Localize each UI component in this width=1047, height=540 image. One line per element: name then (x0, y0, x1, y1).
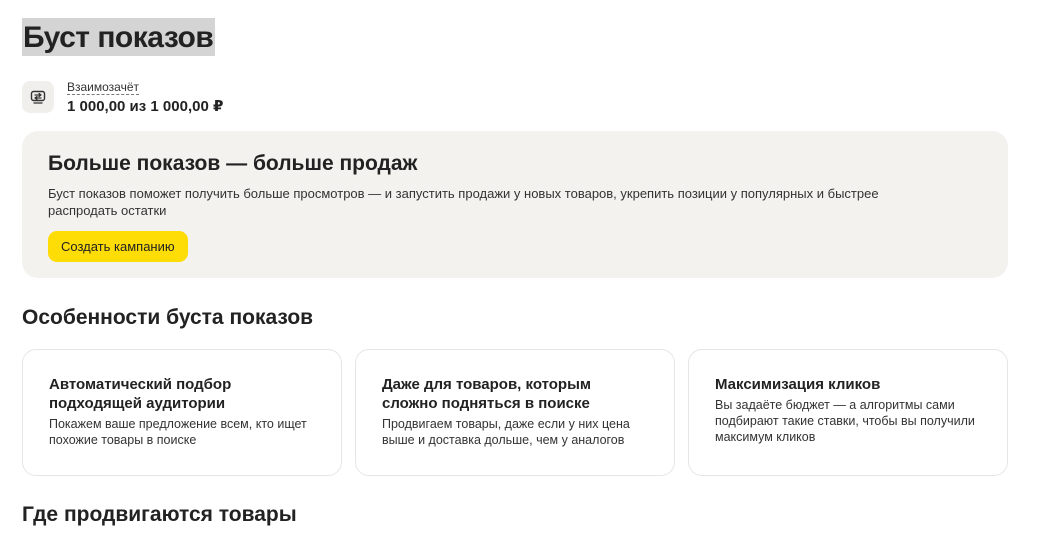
offset-label-link[interactable]: Взаимозачёт (67, 80, 140, 95)
feature-card-title: Даже для товаров, которым сложно поднять… (382, 376, 591, 412)
feature-card-description: Вы задаёте бюджет — а алгоритмы сами под… (715, 398, 975, 444)
feature-card-title: Максимизация кликов (715, 376, 881, 393)
where-section-title: Где продвигаются товары (22, 503, 297, 526)
page-title: Буст показов (22, 18, 216, 56)
feature-cards: Автоматический подбор подходящей аудитор… (22, 349, 1008, 476)
feature-card-hard-to-rise: Даже для товаров, которым сложно поднять… (355, 349, 675, 476)
promo-title: Больше показов — больше продаж (48, 152, 418, 175)
feature-card-audience: Автоматический подбор подходящей аудитор… (22, 349, 342, 476)
mutual-offset-icon (22, 81, 54, 113)
feature-card-title: Автоматический подбор подходящей аудитор… (49, 376, 232, 412)
features-section-title: Особенности буста показов (22, 306, 314, 329)
offset-value: 1 000,00 из 1 000,00 ₽ (67, 98, 224, 115)
feature-card-max-clicks: Максимизация кликов Вы задаёте бюджет — … (688, 349, 1008, 476)
mutual-offset-balance: Взаимозачёт 1 000,00 из 1 000,00 ₽ (22, 78, 223, 116)
promo-banner: Больше показов — больше продаж Буст пока… (22, 131, 1008, 278)
create-campaign-button[interactable]: Создать кампанию (48, 231, 188, 262)
page: Буст показов Взаимозачёт 1 000,00 из 1 0… (0, 0, 1047, 540)
promo-description: Буст показов поможет получить больше про… (48, 186, 879, 218)
feature-card-description: Покажем ваше предложение всем, кто ищет … (49, 417, 307, 447)
feature-card-description: Продвигаем товары, даже если у них цена … (382, 417, 630, 447)
